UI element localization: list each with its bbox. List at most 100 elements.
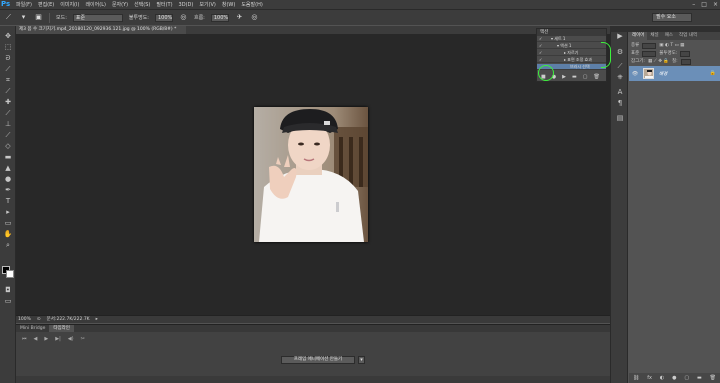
character-icon[interactable]: A — [615, 88, 625, 97]
airbrush-icon[interactable]: ✈ — [235, 13, 244, 22]
layer-comps-icon[interactable]: ▤ — [615, 114, 625, 123]
path-select-tool-icon[interactable]: ▸ — [3, 208, 13, 217]
link-layers-icon[interactable]: ⛓ — [633, 375, 639, 381]
background-color-swatch[interactable] — [6, 270, 14, 278]
play-selection-icon[interactable]: ▶ — [562, 74, 566, 80]
next-frame-icon[interactable]: ▶| — [55, 336, 61, 342]
layer-mask-icon[interactable]: ◐ — [660, 375, 664, 381]
audio-icon[interactable]: ◀) — [68, 336, 74, 342]
visibility-eye-icon[interactable]: 👁 — [631, 71, 639, 77]
action-step-row[interactable]: ✓ ▸ 표면 조정 효과 — [537, 57, 606, 63]
pressure-size-icon[interactable]: ◎ — [250, 13, 259, 22]
layer-style-icon[interactable]: fx — [647, 375, 652, 381]
quick-mask-icon[interactable]: ◘ — [3, 286, 13, 295]
eyedropper-tool-icon[interactable]: ⟋ — [3, 87, 13, 96]
filter-icons[interactable]: ▣ ◐ T ▭ ▦ — [659, 42, 684, 49]
play-icon[interactable]: ▶ — [44, 336, 48, 342]
status-arrow-icon[interactable]: ▸ — [96, 316, 98, 323]
document-size[interactable]: 문서:222.7K/222.7K — [47, 316, 90, 323]
brush-tool-icon[interactable]: ⟋ — [4, 13, 13, 22]
menu-select[interactable]: 선택(S) — [134, 1, 150, 8]
layer-row-background[interactable]: 👁 배경 🔒 — [629, 66, 720, 81]
actions-header[interactable]: 액션 — [537, 29, 606, 36]
history-brush-icon[interactable]: ⟋ — [3, 131, 13, 140]
tab-layers[interactable]: 레이어 — [629, 32, 648, 40]
zoom-level[interactable]: 100% — [18, 316, 31, 323]
filter-kind-select[interactable] — [642, 42, 657, 49]
delete-action-icon[interactable]: 🗑 — [593, 74, 599, 80]
action-row[interactable]: ✓ ▾ 액션 1 — [537, 43, 606, 49]
tab-history[interactable]: 작업 내역 — [676, 32, 700, 40]
menu-image[interactable]: 이미지(I) — [60, 1, 79, 8]
toggle-check-icon[interactable]: ✓ — [539, 57, 542, 63]
pen-tool-icon[interactable]: ✒ — [3, 186, 13, 195]
marquee-tool-icon[interactable]: ⬚ — [3, 43, 13, 52]
filter-kind-label[interactable]: 종류 — [631, 42, 639, 49]
workspace-select[interactable]: 필수 요소 — [652, 13, 692, 22]
type-tool-icon[interactable]: T — [3, 197, 13, 206]
eraser-tool-icon[interactable]: ◇ — [3, 142, 13, 151]
close-button[interactable]: × — [713, 1, 718, 8]
zoom-tool-icon[interactable]: ⌕ — [3, 241, 13, 250]
create-animation-dropdown[interactable]: ▾ — [358, 356, 365, 364]
toggle-check-icon[interactable]: ✓ — [539, 43, 542, 49]
dock-collapse-bar[interactable] — [610, 26, 628, 32]
action-step-row[interactable]: ✓ ▸ 자르기 — [537, 50, 606, 56]
layer-name[interactable]: 배경 — [659, 71, 667, 77]
maximize-button[interactable]: □ — [701, 1, 707, 8]
dodge-tool-icon[interactable]: ● — [3, 175, 13, 184]
history-icon[interactable]: ⚙ — [615, 48, 625, 57]
zoom-icon[interactable]: ⊙ — [37, 316, 41, 323]
tab-channels[interactable]: 채널 — [647, 32, 661, 40]
blend-mode-select[interactable]: 표준 — [631, 50, 639, 57]
menu-edit[interactable]: 편집(E) — [38, 1, 54, 8]
document-image[interactable] — [254, 107, 368, 242]
hand-tool-icon[interactable]: ✋ — [3, 230, 13, 239]
minimize-button[interactable]: – — [692, 1, 695, 8]
new-set-icon[interactable]: ▬ — [572, 74, 577, 80]
brush-panel-icon[interactable]: ⟋ — [615, 62, 625, 71]
opacity-field[interactable]: 100% — [154, 13, 173, 22]
stamp-tool-icon[interactable]: ⊥ — [3, 120, 13, 129]
tab-paths[interactable]: 패스 — [662, 32, 676, 40]
play-action-icon[interactable]: ▶ — [615, 32, 625, 41]
layer-opacity-field[interactable] — [680, 50, 691, 57]
screen-mode-icon[interactable]: ▭ — [3, 297, 13, 306]
crop-tool-icon[interactable]: ⌗ — [3, 76, 13, 85]
flow-field[interactable]: 100% — [210, 13, 229, 22]
move-tool-icon[interactable]: ✥ — [3, 32, 13, 41]
delete-layer-icon[interactable]: 🗑 — [710, 375, 716, 381]
new-group-icon[interactable]: ▢ — [684, 375, 689, 381]
toggle-check-icon[interactable]: ✓ — [539, 36, 542, 42]
fill-field[interactable] — [680, 58, 691, 65]
lock-icons[interactable]: ▦ ⟋ ✥ 🔒 — [648, 58, 669, 65]
blur-tool-icon[interactable]: ▲ — [3, 164, 13, 173]
gradient-tool-icon[interactable]: ▬ — [3, 153, 13, 162]
menu-file[interactable]: 파일(F) — [16, 1, 32, 8]
blend-mode-field[interactable] — [642, 50, 657, 57]
action-set-row[interactable]: ✓ ▾ 세트 1 — [537, 36, 606, 42]
brush-tool-icon[interactable]: ⟋ — [3, 109, 13, 118]
menu-filter[interactable]: 필터(T) — [156, 1, 172, 8]
new-layer-icon[interactable]: ▬ — [697, 375, 702, 381]
tab-mini-bridge[interactable]: Mini Bridge — [16, 325, 49, 332]
brush-preset-icon[interactable]: ▾ — [19, 13, 28, 22]
split-icon[interactable]: ✂ — [81, 336, 85, 342]
quick-select-tool-icon[interactable]: ⟋ — [3, 65, 13, 74]
menu-type[interactable]: 문자(Y) — [112, 1, 128, 8]
brush-panel-icon[interactable]: ▣ — [34, 13, 43, 22]
healing-tool-icon[interactable]: ✚ — [3, 98, 13, 107]
menu-window[interactable]: 창(W) — [222, 1, 235, 8]
menu-3d[interactable]: 3D(D) — [179, 2, 194, 8]
shape-tool-icon[interactable]: ▭ — [3, 219, 13, 228]
mode-select[interactable]: 표준 — [72, 13, 123, 22]
tab-timeline[interactable]: 타임라인 — [49, 325, 74, 332]
previous-frame-icon[interactable]: ◀ — [34, 336, 38, 342]
document-tab[interactable]: 제3 몸 수 크기지기.mp4_20180120_092936.121.jpg … — [16, 26, 186, 34]
first-frame-icon[interactable]: ⏮ — [22, 336, 27, 342]
menu-help[interactable]: 도움말(H) — [241, 1, 262, 8]
new-action-icon[interactable]: ▢ — [583, 74, 588, 80]
tool-preset-icon[interactable]: ⎈ — [615, 73, 625, 82]
toggle-check-icon[interactable]: ✓ — [539, 50, 542, 56]
create-frame-animation-button[interactable]: 프레임 애니메이션 만들기 — [281, 356, 355, 364]
